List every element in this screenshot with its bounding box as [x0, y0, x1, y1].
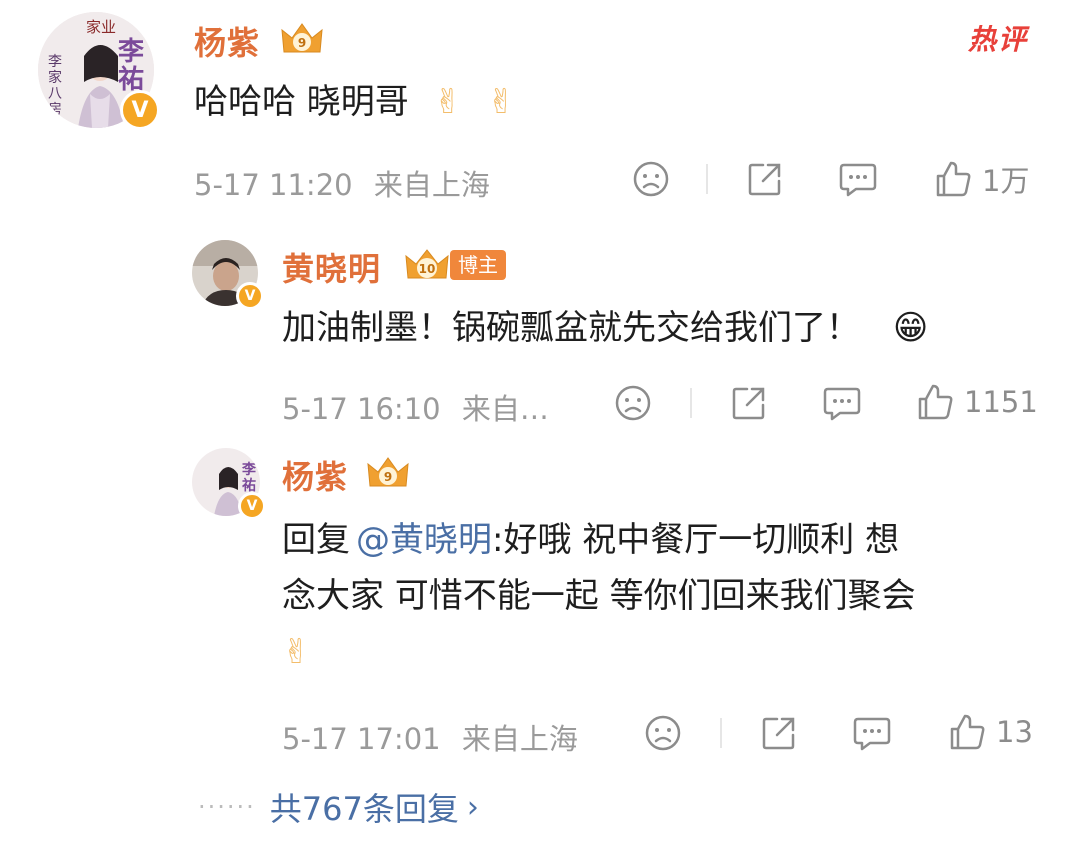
- comment-location: 来自上海: [373, 168, 490, 202]
- comment-text: 哈哈哈 晓明哥 ✌ ✌: [194, 74, 515, 130]
- share-icon: [762, 717, 795, 750]
- dislike-button[interactable]: [632, 160, 670, 198]
- dislike-face-icon: [633, 161, 669, 197]
- like-button[interactable]: 1151: [916, 382, 1038, 422]
- comment-username[interactable]: 杨紫: [194, 18, 260, 64]
- mention-link[interactable]: @黄晓明: [356, 520, 492, 560]
- avatar-yangzi[interactable]: 李 祐 V: [192, 448, 266, 520]
- victory-hand-emoji: ✌: [486, 82, 516, 122]
- comment-body: 哈哈哈 晓明哥: [194, 82, 409, 122]
- like-count: 1151: [964, 385, 1038, 419]
- comment-icon: [823, 387, 861, 421]
- comment-time: 5-17 17:01: [282, 722, 441, 756]
- svg-text:9: 9: [298, 36, 306, 50]
- comment-location: 来自上海: [461, 722, 578, 756]
- verified-v-icon: V: [238, 492, 266, 520]
- crown-icon: 10: [402, 244, 452, 288]
- crown-icon: 9: [364, 452, 412, 496]
- victory-hand-emoji: ✌: [433, 82, 463, 122]
- dislike-button[interactable]: [644, 714, 682, 752]
- more-replies-label: 共767条回复: [269, 790, 459, 828]
- victory-hand-emoji: ✌: [282, 632, 311, 672]
- like-count: 13: [996, 715, 1033, 749]
- comment-username[interactable]: 杨紫: [282, 452, 348, 498]
- reply-button[interactable]: [852, 714, 892, 752]
- action-divider: [690, 388, 692, 418]
- comment-text: 加油制墨！锅碗瓢盆就先交给我们了！ 😁: [282, 300, 928, 356]
- like-button[interactable]: 1万: [934, 158, 1029, 200]
- grin-emoji: 😁: [892, 308, 929, 348]
- avatar-caption-top: 家业: [86, 18, 117, 36]
- more-replies-link[interactable]: ······ 共767条回复 ›: [198, 784, 479, 830]
- action-divider: [720, 718, 722, 748]
- share-button[interactable]: [746, 160, 784, 198]
- share-icon: [748, 163, 781, 196]
- dislike-face-icon: [615, 385, 651, 421]
- like-button[interactable]: 13: [948, 712, 1033, 752]
- svg-text:10: 10: [419, 262, 436, 276]
- share-button[interactable]: [760, 714, 798, 752]
- comment-time: 5-17 16:10: [282, 392, 441, 426]
- thumbs-up-icon: [918, 384, 953, 420]
- dots-divider: ······: [198, 793, 256, 821]
- comment-icon: [839, 163, 877, 197]
- avatar-yangzi[interactable]: 家业 李家八房 李祐 V: [38, 12, 160, 130]
- avatar-huangxiaoming[interactable]: V: [192, 240, 264, 310]
- reply-button[interactable]: [822, 384, 862, 422]
- action-divider: [706, 164, 708, 194]
- hot-comment-label: 热评: [968, 23, 1029, 56]
- reply-prefix: 回复: [282, 520, 350, 560]
- comment-username[interactable]: 黄晓明: [282, 244, 381, 290]
- comment-text: 回复 @黄晓明:好哦 祝中餐厅一切顺利 想 念大家 可惜不能一起 等你们回来我们聚…: [282, 512, 1042, 680]
- verified-v-icon: V: [120, 90, 160, 130]
- comment-meta: 5-17 16:10 来自…: [282, 386, 549, 428]
- dislike-button[interactable]: [614, 384, 652, 422]
- share-button[interactable]: [730, 384, 768, 422]
- comment-meta: 5-17 17:01 来自上海: [282, 716, 578, 758]
- verified-v-icon: V: [236, 282, 264, 310]
- blogger-tag: 博主: [450, 250, 506, 280]
- thumbs-up-icon: [936, 161, 971, 197]
- dislike-face-icon: [645, 715, 681, 751]
- chevron-right-icon: ›: [466, 789, 479, 825]
- svg-text:李: 李: [241, 461, 257, 478]
- avatar-caption-name: 李祐: [118, 37, 145, 95]
- comment-icon: [853, 717, 891, 751]
- thumbs-up-icon: [950, 714, 985, 750]
- like-count: 1万: [982, 164, 1030, 198]
- share-icon: [732, 387, 765, 420]
- avatar-caption-left: 李家八房: [48, 54, 62, 118]
- comment-body-line2: 念大家 可惜不能一起 等你们回来我们聚会: [282, 576, 916, 616]
- svg-text:9: 9: [384, 470, 392, 484]
- crown-icon: 9: [278, 18, 326, 62]
- comment-meta: 5-17 11:20 来自上海: [194, 162, 490, 204]
- comment-body-line1: :好哦 祝中餐厅一切顺利 想: [492, 520, 900, 560]
- reply-button[interactable]: [838, 160, 878, 198]
- comment-location: 来自…: [461, 392, 549, 426]
- comment-body: 加油制墨！锅碗瓢盆就先交给我们了！: [282, 308, 860, 348]
- comment-time: 5-17 11:20: [194, 168, 353, 202]
